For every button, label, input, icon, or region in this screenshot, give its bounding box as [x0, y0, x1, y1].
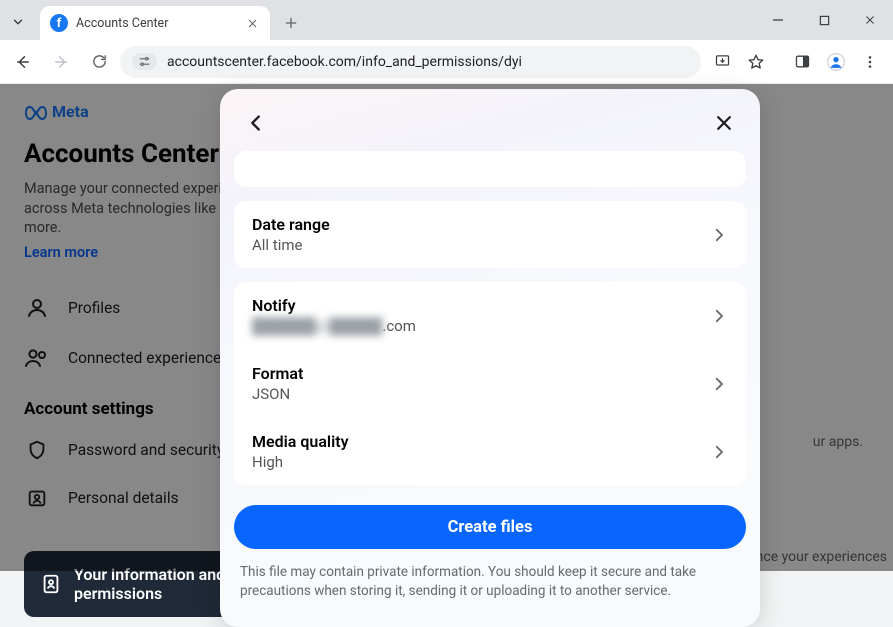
overflow-menu-button[interactable] — [853, 45, 887, 79]
email-suffix: .com — [382, 317, 416, 335]
sidepanel-button[interactable] — [785, 45, 819, 79]
arrow-left-icon — [14, 53, 32, 71]
row-notify[interactable]: Notify ██████@█████.com — [234, 282, 746, 349]
sidepanel-icon — [794, 53, 811, 70]
row-value: High — [252, 453, 349, 471]
toolbar-right-icons — [705, 45, 887, 79]
install-app-button[interactable] — [705, 45, 739, 79]
titlebar: f Accounts Center — [0, 0, 893, 40]
site-info-chip[interactable] — [132, 53, 157, 70]
forward-button[interactable] — [44, 45, 78, 79]
profile-icon — [826, 52, 846, 72]
window-minimize-button[interactable] — [755, 0, 801, 40]
row-label: Notify — [252, 296, 416, 315]
page-content: Meta Accounts Center Manage your connect… — [0, 84, 893, 571]
bookmark-button[interactable] — [739, 45, 773, 79]
chevron-right-icon — [710, 226, 728, 244]
create-files-button[interactable]: Create files — [234, 505, 746, 549]
email-redacted: ██████@█████ — [252, 317, 382, 335]
row-value: All time — [252, 236, 330, 254]
modal-close-button[interactable] — [706, 105, 742, 141]
window-controls — [755, 0, 893, 40]
row-format[interactable]: Format JSON — [234, 349, 746, 417]
url-text: accountscenter.facebook.com/info_and_per… — [167, 54, 522, 70]
browser-tab[interactable]: f Accounts Center — [40, 6, 270, 40]
document-person-icon — [40, 571, 62, 597]
chevron-right-icon — [710, 375, 728, 393]
tabstrip-dropdown[interactable] — [0, 4, 36, 40]
tune-icon — [138, 55, 151, 68]
chevron-left-icon — [245, 112, 267, 134]
row-media-quality[interactable]: Media quality High — [234, 417, 746, 485]
chevron-right-icon — [710, 443, 728, 461]
row-value: ██████@█████.com — [252, 317, 416, 335]
arrow-right-icon — [52, 53, 70, 71]
profile-button[interactable] — [819, 45, 853, 79]
download-info-modal: Date range All time Notify ██████@█████.… — [220, 89, 760, 627]
browser-toolbar: accountscenter.facebook.com/info_and_per… — [0, 40, 893, 84]
close-icon — [864, 14, 876, 26]
facebook-icon: f — [50, 14, 68, 32]
row-label: Media quality — [252, 432, 349, 451]
new-tab-button[interactable] — [276, 8, 306, 38]
close-icon — [714, 113, 734, 133]
reload-button[interactable] — [82, 45, 116, 79]
minimize-icon — [772, 14, 784, 26]
row-value: JSON — [252, 385, 303, 403]
plus-icon — [284, 16, 298, 30]
tab-close-button[interactable] — [244, 15, 260, 31]
kebab-icon — [862, 54, 878, 70]
close-icon — [247, 18, 258, 29]
modal-back-button[interactable] — [238, 105, 274, 141]
back-button[interactable] — [6, 45, 40, 79]
maximize-icon — [819, 15, 830, 26]
reload-icon — [91, 53, 108, 70]
window-maximize-button[interactable] — [801, 0, 847, 40]
chevron-right-icon — [710, 307, 728, 325]
row-date-range[interactable]: Date range All time — [234, 201, 746, 268]
star-icon — [747, 53, 765, 71]
row-label: Format — [252, 364, 303, 383]
chevron-down-icon — [11, 15, 25, 29]
modal-header-card — [234, 151, 746, 187]
window-close-button[interactable] — [847, 0, 893, 40]
address-bar[interactable]: accountscenter.facebook.com/info_and_per… — [120, 46, 701, 78]
row-label: Date range — [252, 215, 330, 234]
install-icon — [714, 53, 731, 70]
tab-title: Accounts Center — [76, 16, 236, 31]
privacy-notice: This file may contain private informatio… — [234, 563, 746, 601]
